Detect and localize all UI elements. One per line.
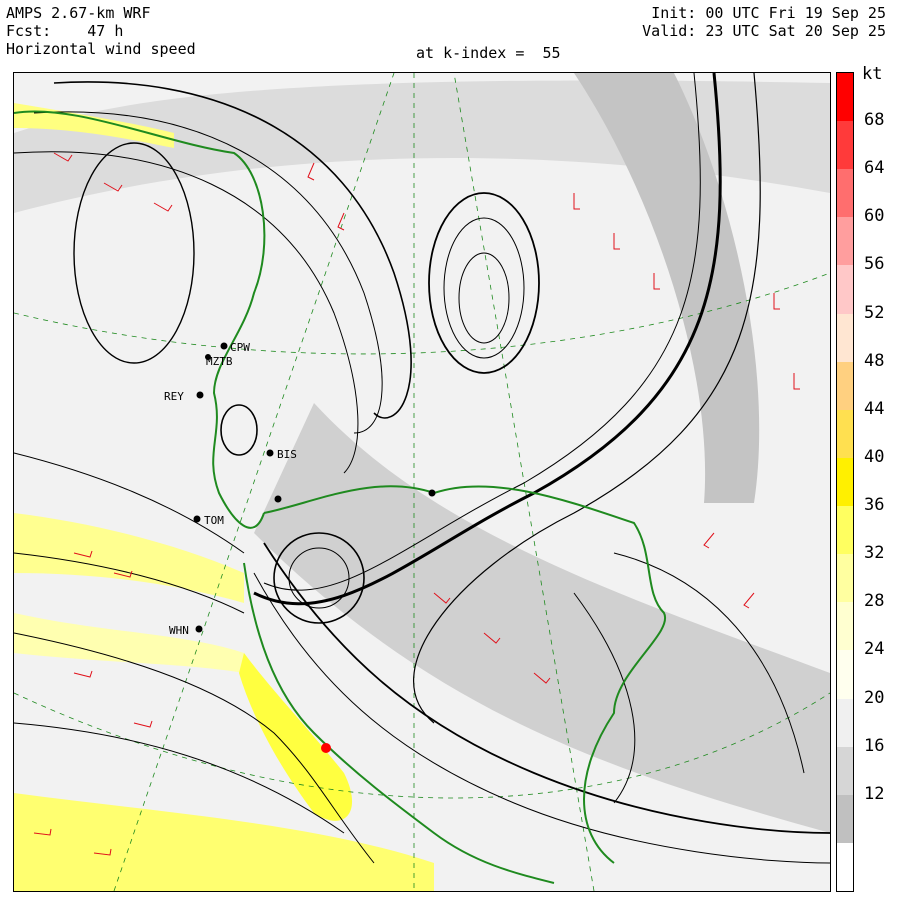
colorbar-tick-label: 40 xyxy=(864,446,885,467)
colorbar-segment xyxy=(837,506,853,555)
level-indicator: at k-index = 55 xyxy=(416,44,561,62)
wind-map: CPW MZTB REY BIS TOM WHN xyxy=(13,72,831,892)
colorbar-segment xyxy=(837,554,853,603)
colorbar-tick-label: 24 xyxy=(864,639,885,660)
station-label: CPW xyxy=(230,341,250,354)
station-mztb: MZTB xyxy=(205,354,233,368)
max-wind-marker xyxy=(321,743,331,753)
colorbar-tick-label: 48 xyxy=(864,350,885,371)
colorbar-segment xyxy=(837,121,853,170)
valid-label: Valid: xyxy=(642,22,697,40)
colorbar-tick-label: 68 xyxy=(864,110,885,131)
model-title: AMPS 2.67-km WRF xyxy=(6,4,151,22)
colorbar-segment xyxy=(837,457,853,507)
field-name: Horizontal wind speed xyxy=(6,40,196,58)
colorbar-tick-label: 60 xyxy=(864,206,885,227)
colorbar-segment xyxy=(837,313,853,363)
colorbar-segment xyxy=(837,746,853,796)
colorbar-tick-label: 52 xyxy=(864,302,885,323)
colorbar-tick-label: 20 xyxy=(864,687,885,708)
station-marker xyxy=(220,342,228,350)
station-label: MZTB xyxy=(206,355,233,368)
forecast-label: Fcst: xyxy=(6,22,52,40)
init-time: 00 UTC Fri 19 Sep 25 xyxy=(705,4,886,22)
header-left: AMPS 2.67-km WRF Fcst: 47 h Horizontal w… xyxy=(6,4,196,58)
colorbar xyxy=(836,72,854,892)
level-value: 55 xyxy=(542,44,561,62)
colorbar-tick-label: 28 xyxy=(864,591,885,612)
colorbar-segment xyxy=(837,794,853,844)
colorbar-segment xyxy=(837,842,853,892)
colorbar-tick-label: 64 xyxy=(864,158,885,179)
colorbar-segment xyxy=(837,73,853,122)
init-label: Init: xyxy=(651,4,697,22)
header-right: Init: 00 UTC Fri 19 Sep 25 Valid: 23 UTC… xyxy=(642,4,886,40)
wind-map-svg: CPW MZTB REY BIS TOM WHN xyxy=(14,73,830,891)
valid-time: 23 UTC Sat 20 Sep 25 xyxy=(705,22,886,40)
station-marker xyxy=(428,489,436,497)
station-marker xyxy=(266,449,274,457)
station-marker xyxy=(196,391,204,399)
colorbar-segment xyxy=(837,698,853,748)
colorbar-segment xyxy=(837,409,853,459)
colorbar-unit: kt xyxy=(862,64,883,84)
colorbar-tick-label: 32 xyxy=(864,543,885,564)
colorbar-segment xyxy=(837,650,853,700)
colorbar-tick-label: 16 xyxy=(864,735,885,756)
colorbar-segment xyxy=(837,217,853,266)
colorbar-tick-label: 56 xyxy=(864,254,885,275)
colorbar-tick-label: 12 xyxy=(864,783,885,804)
station-marker xyxy=(195,625,203,633)
colorbar-segment xyxy=(837,169,853,218)
station-label: TOM xyxy=(204,514,224,527)
forecast-hours: 47 h xyxy=(87,22,124,40)
wind-speed-shading xyxy=(14,73,830,891)
colorbar-tick-label: 44 xyxy=(864,398,885,419)
station-marker xyxy=(193,515,201,523)
colorbar-tick-label: 36 xyxy=(864,495,885,516)
station-marker xyxy=(274,495,282,503)
level-label: at k-index = xyxy=(416,44,525,62)
colorbar-segment xyxy=(837,361,853,411)
colorbar-segment xyxy=(837,602,853,651)
station-label: WHN xyxy=(169,624,189,637)
station-label: BIS xyxy=(277,448,297,461)
station-label: REY xyxy=(164,390,184,403)
colorbar-segment xyxy=(837,265,853,315)
